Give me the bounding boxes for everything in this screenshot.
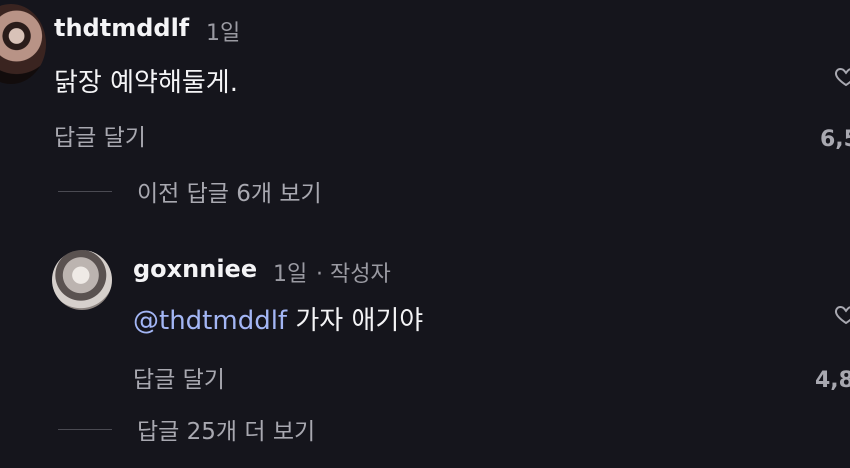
like-count: 6,5 xyxy=(820,127,850,152)
heart-icon[interactable] xyxy=(834,302,850,326)
view-previous-replies-button[interactable]: 이전 답글 6개 보기 xyxy=(58,174,322,208)
comment-time: 1일 xyxy=(206,21,241,46)
view-more-replies-button[interactable]: 답글 25개 더 보기 xyxy=(58,412,315,446)
mention-link[interactable]: @thdtmddlf xyxy=(133,306,287,336)
view-replies-label: 답글 25개 더 보기 xyxy=(137,419,316,445)
reply-button[interactable]: 답글 달기 xyxy=(133,360,225,394)
reply-button[interactable]: 답글 달기 xyxy=(54,118,146,152)
avatar[interactable] xyxy=(0,4,46,84)
reply-time: 1일 xyxy=(273,262,308,287)
reply-text: @thdtmddlf 가자 애기야 xyxy=(133,300,423,337)
heart-icon[interactable] xyxy=(834,64,850,88)
avatar[interactable] xyxy=(52,250,112,310)
like-count: 4,8 xyxy=(815,368,850,393)
author-badge: · 작성자 xyxy=(316,262,391,287)
comment-username[interactable]: thdtmddlf xyxy=(54,14,189,42)
reply-text-body: 가자 애기야 xyxy=(295,306,424,336)
view-replies-label: 이전 답글 6개 보기 xyxy=(137,181,322,207)
divider xyxy=(58,190,112,192)
comment-text: 닭장 예약해둘게. xyxy=(54,68,238,98)
divider xyxy=(58,428,112,430)
reply-username[interactable]: goxnniee xyxy=(133,255,257,283)
